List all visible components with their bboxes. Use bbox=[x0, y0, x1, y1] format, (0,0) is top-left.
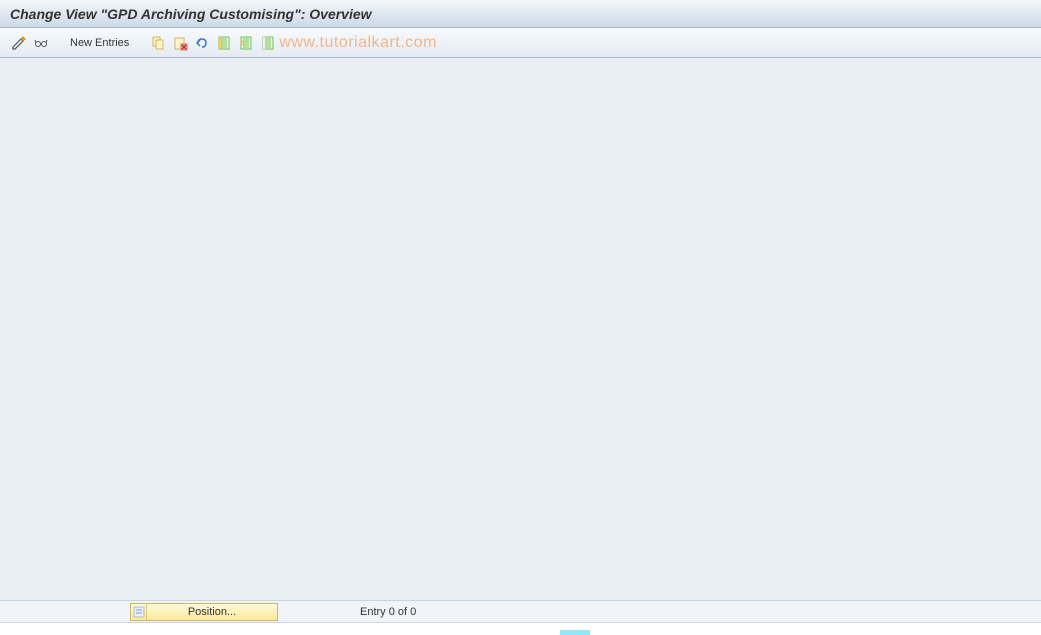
select-block-icon[interactable] bbox=[237, 34, 255, 52]
toggle-display-change-icon[interactable] bbox=[10, 34, 28, 52]
glasses-icon[interactable] bbox=[32, 34, 50, 52]
title-bar: Change View "GPD Archiving Customising":… bbox=[0, 0, 1041, 28]
delete-icon[interactable] bbox=[171, 34, 189, 52]
content-area bbox=[0, 58, 1041, 603]
entry-count-label: Entry 0 of 0 bbox=[360, 606, 416, 618]
page-title: Change View "GPD Archiving Customising":… bbox=[10, 6, 372, 22]
position-icon bbox=[131, 604, 147, 620]
position-button-label: Position... bbox=[147, 606, 277, 618]
position-button[interactable]: Position... bbox=[130, 603, 278, 621]
application-toolbar: New Entries bbox=[0, 28, 1041, 58]
status-bar bbox=[0, 622, 1041, 635]
status-accent bbox=[560, 630, 590, 635]
watermark-text: www.tutorialkart.com bbox=[279, 34, 437, 52]
new-entries-button[interactable]: New Entries bbox=[62, 35, 137, 51]
deselect-all-icon[interactable] bbox=[259, 34, 277, 52]
select-all-icon[interactable] bbox=[215, 34, 233, 52]
undo-change-icon[interactable] bbox=[193, 34, 211, 52]
copy-as-icon[interactable] bbox=[149, 34, 167, 52]
footer-bar: Position... Entry 0 of 0 bbox=[0, 600, 1041, 622]
